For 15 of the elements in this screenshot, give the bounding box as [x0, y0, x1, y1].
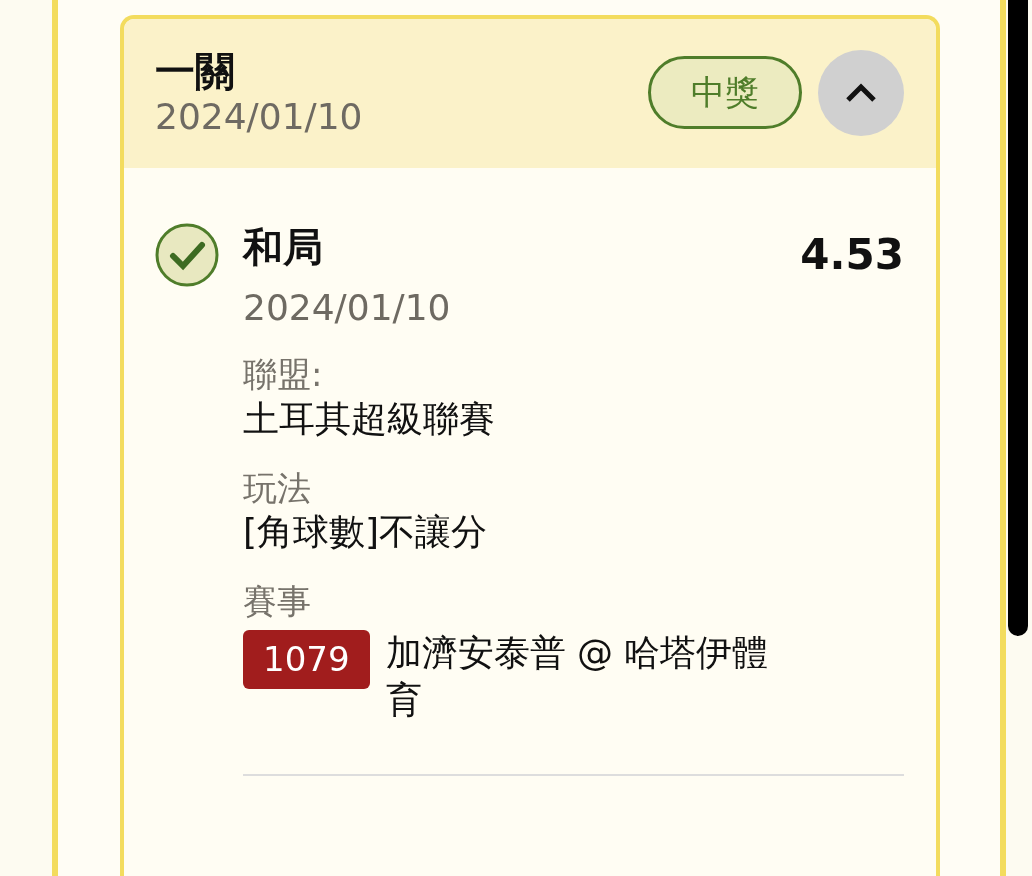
- bet-title: 一關: [155, 47, 236, 95]
- field-label: 玩法: [243, 466, 312, 510]
- selection-date: 2024/01/10: [243, 286, 452, 330]
- field-label: 聯盟:: [243, 353, 324, 396]
- odds-value: 4.53: [800, 229, 904, 282]
- scrollbar-thumb[interactable]: [1008, 0, 1028, 636]
- status-badge: 中獎: [648, 56, 802, 130]
- field-label: 賽事: [243, 579, 312, 623]
- selection-name: 和局: [243, 223, 323, 272]
- field-value: [角球數]不讓分: [243, 510, 489, 555]
- bet-date: 2024/01/10: [155, 95, 363, 139]
- match-number: 1079: [243, 630, 370, 690]
- chevron-up-icon: [844, 81, 878, 104]
- field-value: 土耳其超級聯賽: [243, 396, 496, 441]
- match-name: 加濟安泰普 @ 哈塔伊體育: [385, 631, 770, 723]
